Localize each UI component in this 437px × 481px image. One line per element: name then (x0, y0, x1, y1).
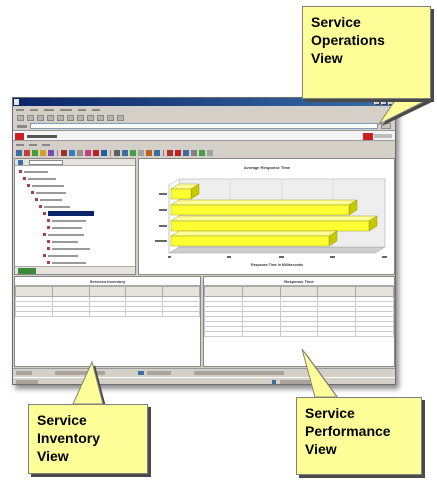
operations-pointer (377, 98, 430, 126)
service-performance-callout: Service Performance View (296, 397, 422, 475)
performance-pointer (301, 348, 338, 398)
service-operations-callout: Service Operations View (302, 6, 431, 99)
service-inventory-callout: Service Inventory View (28, 404, 148, 474)
